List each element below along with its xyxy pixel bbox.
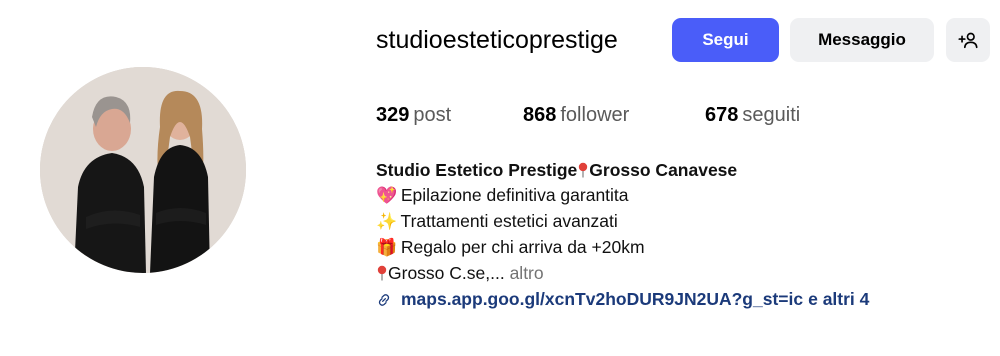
follow-button[interactable]: Segui (672, 18, 779, 62)
profile-photo (40, 67, 246, 273)
pin-icon (579, 162, 588, 178)
bio-name: Studio Estetico Prestige Grosso Canavese (376, 158, 869, 183)
profile-page: studioesteticoprestige Segui Messaggio 3… (0, 0, 1000, 356)
bio-location-name: Grosso Canavese (589, 160, 738, 180)
bio-line: Grosso C.se,... altro (376, 261, 869, 286)
suggest-accounts-button[interactable] (946, 18, 990, 62)
profile-header: studioesteticoprestige Segui Messaggio (376, 18, 990, 62)
bio-line: ✨ Trattamenti estetici avanzati (376, 209, 869, 235)
profile-bio: Studio Estetico Prestige Grosso Canavese … (376, 158, 869, 312)
stat-following[interactable]: 678 seguiti (705, 104, 800, 127)
stat-followers[interactable]: 868 follower (523, 104, 705, 127)
posts-count: 329 (376, 104, 410, 126)
bio-line-text: Regalo per chi arriva da +20km (400, 237, 645, 257)
bio-link[interactable]: maps.app.goo.gl/xcnTv2hoDUR9JN2UA?g_st=i… (376, 287, 869, 312)
gift-icon: 🎁 (376, 238, 398, 258)
bio-line-text: Epilazione definitiva garantita (400, 185, 629, 205)
stat-posts: 329 post (376, 104, 523, 127)
posts-label: post (413, 104, 452, 126)
bio-location-text: Grosso C.se,... (388, 263, 505, 283)
message-button[interactable]: Messaggio (790, 18, 934, 62)
link-icon (378, 293, 390, 306)
following-label: seguiti (742, 104, 801, 126)
bio-name-text: Studio Estetico Prestige (376, 160, 578, 180)
profile-avatar[interactable] (40, 67, 246, 273)
add-person-icon (958, 32, 978, 49)
bio-line-text: Trattamenti estetici avanzati (400, 211, 618, 231)
link-url[interactable]: maps.app.goo.gl/xcnTv2hoDUR9JN2UA?g_st=i… (401, 287, 803, 312)
followers-label: follower (560, 104, 630, 126)
pin-icon (377, 265, 387, 281)
followers-count: 868 (523, 104, 557, 126)
link-extra[interactable]: e altri 4 (808, 287, 869, 312)
following-count: 678 (705, 104, 739, 126)
more-link[interactable]: altro (510, 263, 544, 283)
bio-line: 💖 Epilazione definitiva garantita (376, 183, 869, 209)
heart-icon: 💖 (376, 186, 398, 206)
sparkles-icon: ✨ (376, 212, 398, 232)
username: studioesteticoprestige (376, 25, 618, 54)
profile-stats: 329 post 868 follower 678 seguiti (376, 104, 800, 127)
bio-line: 🎁 Regalo per chi arriva da +20km (376, 235, 869, 261)
